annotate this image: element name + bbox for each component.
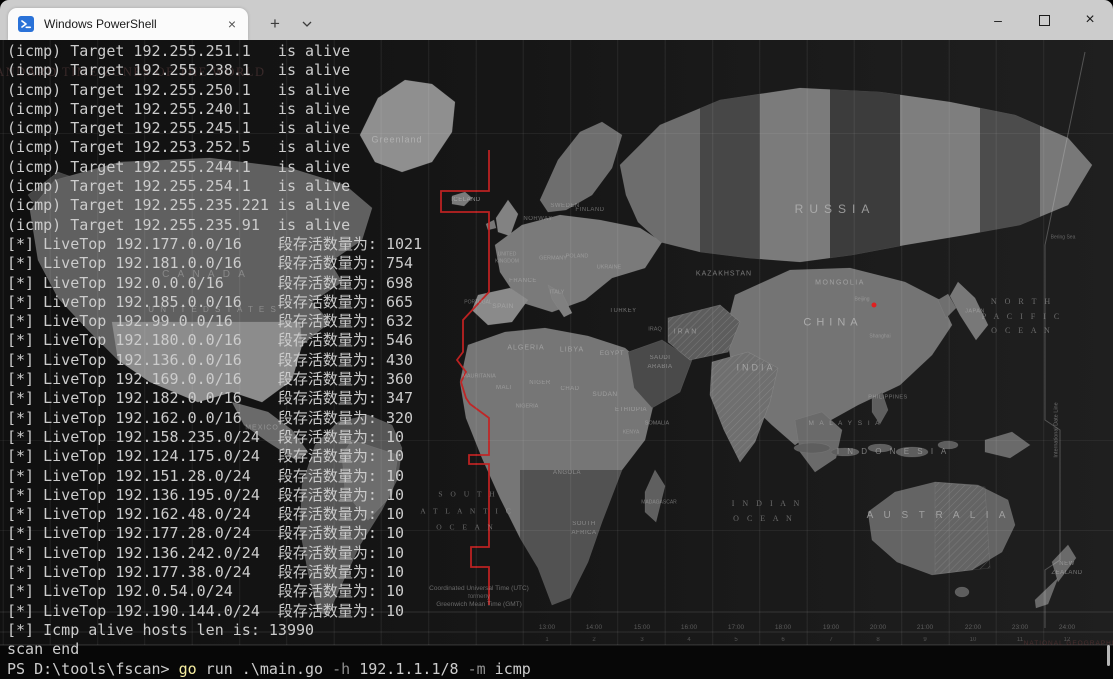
terminal-line: (icmp) Target 192.255.244.1 is alive	[7, 158, 531, 177]
minimize-button[interactable]: –	[975, 0, 1021, 40]
scrollbar-thumb[interactable]	[1107, 645, 1110, 666]
maximize-button[interactable]	[1021, 0, 1067, 40]
terminal-line: [*] LiveTop 192.136.242.0/24 段存活数量为: 10	[7, 544, 531, 563]
terminal-line: (icmp) Target 192.255.245.1 is alive	[7, 119, 531, 138]
terminal-line: [*] LiveTop 192.0.0.0/16 段存活数量为: 698	[7, 274, 531, 293]
terminal-line: [*] LiveTop 192.190.144.0/24 段存活数量为: 10	[7, 602, 531, 621]
terminal-line: [*] LiveTop 192.151.28.0/24 段存活数量为: 10	[7, 467, 531, 486]
terminal-line: [*] LiveTop 192.0.54.0/24 段存活数量为: 10	[7, 582, 531, 601]
terminal-line: [*] LiveTop 192.181.0.0/16 段存活数量为: 754	[7, 254, 531, 273]
terminal-line: (icmp) Target 192.255.251.1 is alive	[7, 42, 531, 61]
tab-dropdown-chevron-icon[interactable]	[292, 8, 322, 40]
new-tab-button[interactable]: +	[260, 8, 290, 40]
beijing-red-dot	[872, 303, 877, 308]
window-controls: – ×	[975, 0, 1113, 40]
terminal-line: [*] LiveTop 192.180.0.0/16 段存活数量为: 546	[7, 331, 531, 350]
terminal-line: [*] LiveTop 192.162.0.0/16 段存活数量为: 320	[7, 409, 531, 428]
terminal-output: (icmp) Target 192.255.251.1 is alive(icm…	[0, 40, 531, 679]
powershell-icon	[18, 16, 34, 32]
terminal-line: [*] LiveTop 192.162.48.0/24 段存活数量为: 10	[7, 505, 531, 524]
tab-close-icon[interactable]: ×	[228, 17, 236, 31]
terminal-line: [*] LiveTop 192.124.175.0/24 段存活数量为: 10	[7, 447, 531, 466]
terminal-line: [*] LiveTop 192.177.28.0/24 段存活数量为: 10	[7, 524, 531, 543]
terminal-line: (icmp) Target 192.255.235.221 is alive	[7, 196, 531, 215]
terminal-line: [*] LiveTop 192.136.0.0/16 段存活数量为: 430	[7, 351, 531, 370]
terminal-window: Windows PowerShell × + – ×	[0, 0, 1113, 679]
terminal-line: [*] LiveTop 192.169.0.0/16 段存活数量为: 360	[7, 370, 531, 389]
maximize-icon	[1039, 15, 1050, 26]
terminal-line: scan end	[7, 640, 531, 659]
terminal-line: (icmp) Target 192.253.252.5 is alive	[7, 138, 531, 157]
terminal-line: (icmp) Target 192.255.235.91 is alive	[7, 216, 531, 235]
terminal-line: [*] LiveTop 192.185.0.0/16 段存活数量为: 665	[7, 293, 531, 312]
terminal-line: (icmp) Target 192.255.254.1 is alive	[7, 177, 531, 196]
terminal-screen[interactable]: STANDARD TIME ZONES OF THE WORLDGreenlan…	[0, 40, 1113, 679]
tab-windows-powershell[interactable]: Windows PowerShell ×	[8, 8, 248, 40]
terminal-line: [*] LiveTop 192.182.0.0/16 段存活数量为: 347	[7, 389, 531, 408]
terminal-line: (icmp) Target 192.255.238.1 is alive	[7, 61, 531, 80]
close-button[interactable]: ×	[1067, 0, 1113, 40]
terminal-line: PS D:\tools\fscan> go run .\main.go -h 1…	[7, 660, 531, 679]
terminal-line: [*] Icmp alive hosts len is: 13990	[7, 621, 531, 640]
terminal-line: [*] LiveTop 192.177.38.0/24 段存活数量为: 10	[7, 563, 531, 582]
title-bar[interactable]: Windows PowerShell × + – ×	[0, 0, 1113, 40]
terminal-line: (icmp) Target 192.255.240.1 is alive	[7, 100, 531, 119]
terminal-line: [*] LiveTop 192.99.0.0/16 段存活数量为: 632	[7, 312, 531, 331]
terminal-line: [*] LiveTop 192.177.0.0/16 段存活数量为: 1021	[7, 235, 531, 254]
terminal-line: (icmp) Target 192.255.250.1 is alive	[7, 81, 531, 100]
terminal-line: [*] LiveTop 192.158.235.0/24 段存活数量为: 10	[7, 428, 531, 447]
terminal-line: [*] LiveTop 192.136.195.0/24 段存活数量为: 10	[7, 486, 531, 505]
tab-title: Windows PowerShell	[44, 17, 228, 31]
